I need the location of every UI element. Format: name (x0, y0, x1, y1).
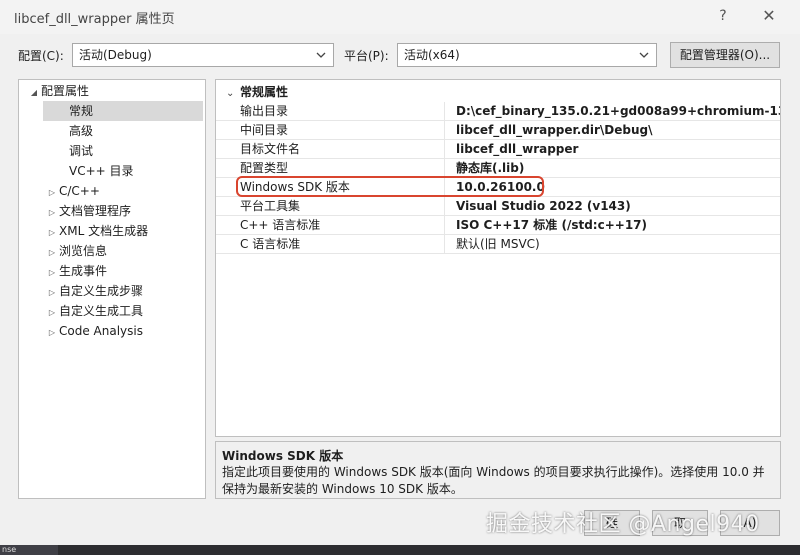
grid-row[interactable]: 输出目录 D:\cef_binary_135.0.21+gd008a99+chro… (216, 102, 780, 121)
chevron-down-icon (316, 52, 326, 58)
grid-row-value[interactable]: 默认(旧 MSVC) (456, 235, 540, 254)
description-title: Windows SDK 版本 (222, 449, 344, 463)
configuration-manager-button[interactable]: 配置管理器(O)... (670, 42, 780, 68)
background-editor-strip: nse (0, 545, 800, 555)
grid-row-key: C 语言标准 (240, 235, 445, 254)
grid-row-value[interactable]: 10.0.26100.0 (456, 178, 545, 197)
tree-item-label: Code Analysis (59, 324, 143, 338)
chevron-down-icon (639, 52, 649, 58)
grid-row-value[interactable]: D:\cef_binary_135.0.21+gd008a99+chromium… (456, 102, 780, 121)
grid-row[interactable]: 目标文件名 libcef_dll_wrapper (216, 140, 780, 159)
expand-triangle-icon[interactable]: ▷ (45, 283, 59, 303)
grid-row-key: Windows SDK 版本 (240, 178, 445, 197)
expand-triangle-icon[interactable]: ▷ (45, 223, 59, 243)
background-tab: nse (0, 545, 58, 555)
property-tree: ◢ 配置属性 常规 高级 调试 VC++ 目录 ▷ C/C++ ▷ 文档管理程序 ▷ XML 文档生… (18, 79, 206, 499)
configuration-label: 配置(C): (18, 49, 64, 63)
expand-triangle-icon[interactable]: ▷ (45, 263, 59, 283)
collapse-triangle-icon[interactable]: ◢ (27, 83, 41, 103)
watermark: 掘金技术社区 @Angel940 (486, 512, 760, 537)
grid-row[interactable]: C 语言标准 默认(旧 MSVC) (216, 235, 780, 254)
tree-item-label: 常规 (69, 104, 94, 118)
grid-row[interactable]: Windows SDK 版本 10.0.26100.0 (216, 178, 780, 197)
tree-item-label: XML 文档生成器 (59, 224, 149, 238)
grid-row-key: 配置类型 (240, 159, 445, 178)
grid-row-value[interactable]: libcef_dll_wrapper.dir\Debug\ (456, 121, 653, 140)
tree-item-label: 自定义生成工具 (59, 304, 144, 318)
platform-label: 平台(P): (344, 49, 389, 63)
grid-row-key: 中间目录 (240, 121, 445, 140)
expand-triangle-icon[interactable]: ▷ (45, 303, 59, 323)
property-grid: ⌄ 常规属性 输出目录 D:\cef_binary_135.0.21+gd008a9… (215, 79, 781, 437)
tree-item[interactable]: 高级 (43, 121, 93, 141)
close-button[interactable]: ✕ (752, 4, 786, 28)
tree-item[interactable]: VC++ 目录 (43, 161, 134, 181)
title-bar: libcef_dll_wrapper 属性页 ? ✕ (0, 0, 800, 34)
tree-item[interactable]: ▷ C/C++ (43, 181, 100, 201)
grid-row[interactable]: 中间目录 libcef_dll_wrapper.dir\Debug\ (216, 121, 780, 140)
grid-row[interactable]: 配置类型 静态库(.lib) (216, 159, 780, 178)
grid-row-value[interactable]: Visual Studio 2022 (v143) (456, 197, 631, 216)
chevron-down-icon[interactable]: ⌄ (226, 84, 240, 104)
grid-row-key: 目标文件名 (240, 140, 445, 159)
help-button[interactable]: ? (706, 4, 740, 28)
expand-triangle-icon[interactable]: ▷ (45, 203, 59, 223)
tree-item[interactable]: ▷ 自定义生成工具 (43, 301, 143, 321)
grid-row[interactable]: C++ 语言标准 ISO C++17 标准 (/std:c++17) (216, 216, 780, 235)
tree-item-label: 高级 (69, 124, 94, 138)
tree-item[interactable]: ▷ Code Analysis (43, 321, 143, 341)
tree-item-label: 生成事件 (59, 264, 108, 278)
tree-item[interactable]: ▷ 浏览信息 (43, 241, 107, 261)
tree-item-label: 调试 (69, 144, 94, 158)
grid-category-label: 常规属性 (240, 85, 289, 99)
tree-item-label: 自定义生成步骤 (59, 284, 144, 298)
grid-row-key: 输出目录 (240, 102, 445, 121)
grid-row-value[interactable]: 静态库(.lib) (456, 159, 524, 178)
grid-row[interactable]: 平台工具集 Visual Studio 2022 (v143) (216, 197, 780, 216)
grid-row-key: 平台工具集 (240, 197, 445, 216)
tree-item[interactable]: ▷ 文档管理程序 (43, 201, 131, 221)
grid-row-value[interactable]: ISO C++17 标准 (/std:c++17) (456, 216, 647, 235)
tree-item[interactable]: ▷ 自定义生成步骤 (43, 281, 143, 301)
tree-root-configuration-properties[interactable]: ◢ 配置属性 (27, 81, 89, 101)
grid-row-key: C++ 语言标准 (240, 216, 445, 235)
configuration-value: 活动(Debug) (79, 48, 152, 62)
grid-category-general[interactable]: ⌄ 常规属性 (216, 82, 780, 102)
tree-item-label: 文档管理程序 (59, 204, 132, 218)
property-pages-window: libcef_dll_wrapper 属性页 ? ✕ 配置(C): 活动(Deb… (0, 0, 800, 555)
expand-triangle-icon[interactable]: ▷ (45, 323, 59, 343)
expand-triangle-icon[interactable]: ▷ (45, 243, 59, 263)
grid-row-value[interactable]: libcef_dll_wrapper (456, 140, 578, 159)
tree-item[interactable]: 常规 (43, 101, 203, 121)
platform-value: 活动(x64) (404, 48, 460, 62)
description-pane: Windows SDK 版本 指定此项目要使用的 Windows SDK 版本(… (215, 441, 781, 499)
tree-item[interactable]: ▷ XML 文档生成器 (43, 221, 148, 241)
tree-item-label: 浏览信息 (59, 244, 108, 258)
tree-item-label: VC++ 目录 (69, 164, 134, 178)
configuration-dropdown[interactable]: 活动(Debug) (72, 43, 334, 67)
platform-dropdown[interactable]: 活动(x64) (397, 43, 657, 67)
window-title: libcef_dll_wrapper 属性页 (14, 12, 175, 27)
tree-root-label: 配置属性 (41, 84, 90, 98)
description-text: 指定此项目要使用的 Windows SDK 版本(面向 Windows 的项目要… (222, 465, 765, 496)
expand-triangle-icon[interactable]: ▷ (45, 183, 59, 203)
tree-item[interactable]: 调试 (43, 141, 93, 161)
tree-item[interactable]: ▷ 生成事件 (43, 261, 107, 281)
tree-item-label: C/C++ (59, 184, 100, 198)
